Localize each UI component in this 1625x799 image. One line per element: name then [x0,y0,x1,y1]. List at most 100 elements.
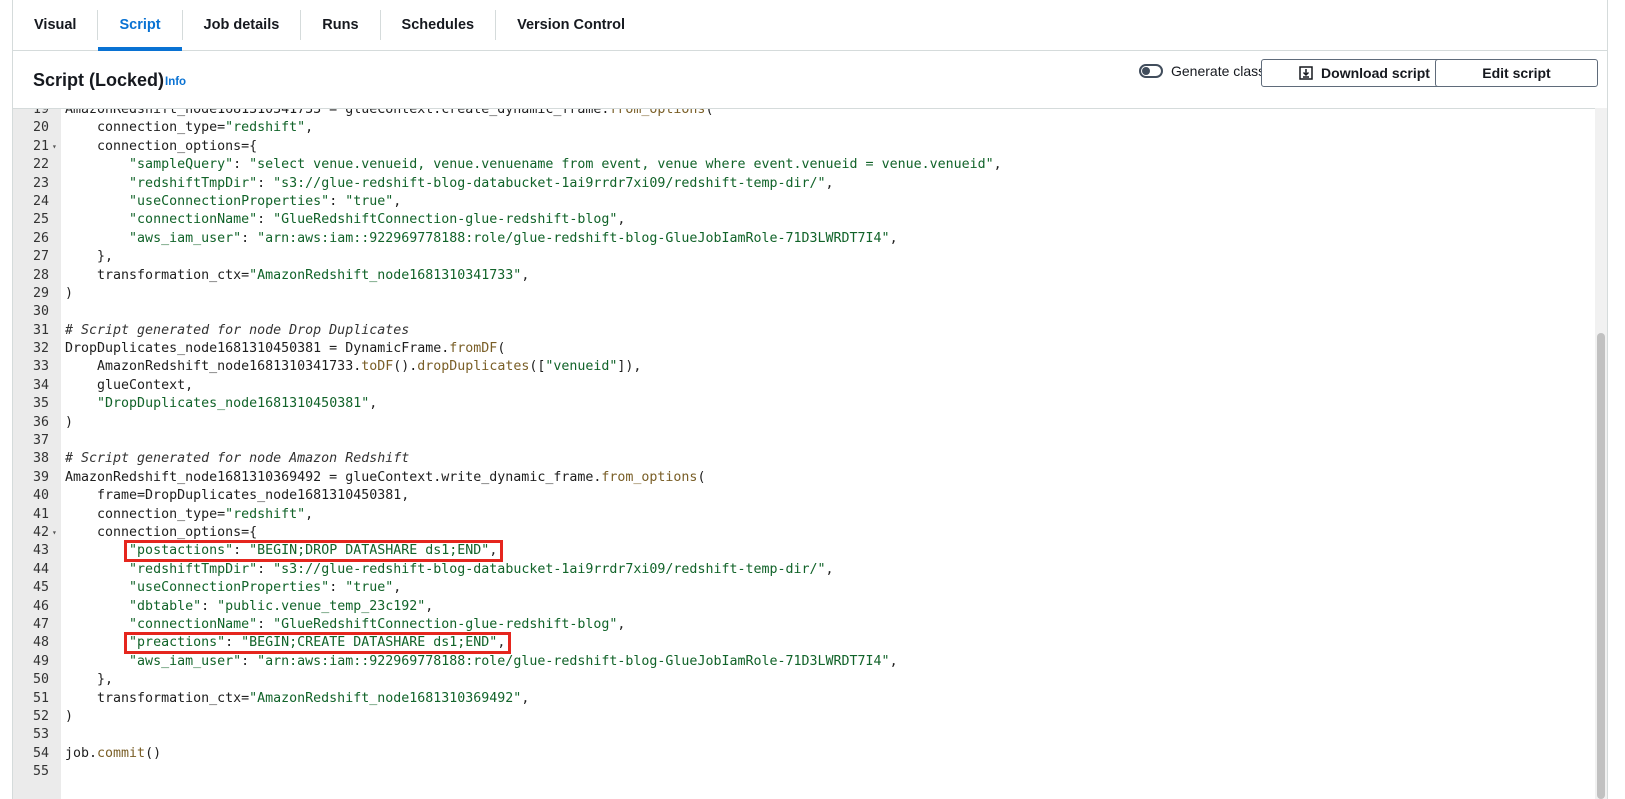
info-link[interactable]: Info [165,76,186,88]
code-line: 48 "preactions": "BEGIN;CREATE DATASHARE… [13,632,1595,655]
line-number: 21 [32,138,49,154]
code-text: job.commit() [65,745,162,761]
code-text: transformation_ctx="AmazonRedshift_node1… [65,267,530,283]
line-number: 22 [32,157,49,173]
code-text: connection_type="redshift", [65,506,314,522]
tab-visual[interactable]: Visual [13,0,97,50]
code-text: }, [65,249,114,265]
highlight-box [124,632,511,655]
code-text: "useConnectionProperties": "true", [129,580,402,596]
line-number: 25 [32,212,49,228]
line-number: 20 [32,120,49,136]
code-line: 52) [13,708,1595,726]
code-text: "connectionName": "GlueRedshiftConnectio… [129,212,626,228]
line-number: 27 [32,249,49,265]
code-line: 30 [13,303,1595,321]
fold-arrow-icon[interactable]: ▾ [52,138,57,156]
code-content[interactable]: 19 AmazonRedshift_node1681310341733 = glu… [13,108,1595,781]
code-line: 32 DropDuplicates_node1681310450381 = Dyn… [13,340,1595,358]
script-panel: Visual Script Job details Runs Schedules Vers… [12,0,1608,799]
page-title: Script (Locked) [33,70,165,90]
line-number: 26 [32,230,49,246]
download-script-label: Download script [1321,65,1430,81]
edit-script-label: Edit script [1482,65,1551,81]
code-text: AmazonRedshift_node1681310341733 = glueC… [65,108,714,117]
line-number: 49 [32,653,49,669]
code-line: 50 }, [13,671,1595,689]
line-number: 40 [32,488,49,504]
code-text: "useConnectionProperties": "true", [129,193,402,209]
code-text: # Script generated for node Drop Duplica… [65,322,410,338]
line-number: 37 [32,433,49,449]
line-number: 29 [32,285,49,301]
code-line: 19 AmazonRedshift_node1681310341733 = glu… [13,108,1595,119]
code-line: 45 "useConnectionProperties": "true", [13,579,1595,597]
fold-arrow-icon[interactable]: ▾ [52,524,57,542]
line-number: 19 [32,108,49,117]
scrollbar-thumb[interactable] [1597,333,1605,799]
code-text: connection_options={ [65,138,258,154]
line-number: 44 [32,561,49,577]
line-number: 47 [32,616,49,632]
code-line: 36) [13,414,1595,432]
code-text: ) [65,285,74,301]
download-icon [1299,66,1313,80]
code-line: 46 "dbtable": "public.venue_temp_23c192"… [13,598,1595,616]
code-text: }, [65,672,114,688]
tab-version-control[interactable]: Version Control [496,0,646,50]
code-line: 41 connection_type="redshift", [13,506,1595,524]
line-number: 41 [32,506,49,522]
line-number: 38 [32,451,49,467]
line-number: 36 [32,414,49,430]
code-line: 55 [13,763,1595,781]
line-number: 54 [32,745,49,761]
code-line: 44 "redshiftTmpDir": "s3://glue-redshift… [13,561,1595,579]
line-number: 31 [32,322,49,338]
editor-scrollbar[interactable] [1595,108,1607,799]
code-line: 43 "postactions": "BEGIN;DROP DATASHARE … [13,540,1595,563]
tab-schedules[interactable]: Schedules [381,0,496,50]
code-text: "sampleQuery": "select venue.venueid, ve… [129,157,1002,173]
code-text: "aws_iam_user": "arn:aws:iam::9229697781… [129,653,898,669]
code-text: "dbtable": "public.venue_temp_23c192", [129,598,434,614]
line-number: 52 [32,708,49,724]
code-line: 24 "useConnectionProperties": "true", [13,193,1595,211]
code-line: 33 AmazonRedshift_node1681310341733.toDF… [13,358,1595,376]
code-line: 38 # Script generated for node Amazon Red… [13,450,1595,468]
line-number: 50 [32,672,49,688]
code-text: DropDuplicates_node1681310450381 = Dynam… [65,341,506,357]
code-text: # Script generated for node Amazon Redsh… [65,451,410,467]
code-line: 37 [13,432,1595,450]
line-number: 45 [32,580,49,596]
code-text: "redshiftTmpDir": "s3://glue-redshift-bl… [129,175,834,191]
tab-runs[interactable]: Runs [301,0,379,50]
code-line: 35 "DropDuplicates_node1681310450381", [13,395,1595,413]
line-number: 35 [32,396,49,412]
code-line: 20 connection_type="redshift", [13,119,1595,137]
line-number: 30 [32,304,49,320]
edit-script-button[interactable]: Edit script [1435,59,1598,87]
code-editor[interactable]: 19 AmazonRedshift_node1681310341733 = glu… [13,108,1595,799]
code-line: 51 transformation_ctx="AmazonRedshift_no… [13,690,1595,708]
tab-job-details[interactable]: Job details [183,0,301,50]
code-text: ) [65,708,74,724]
line-number: 48 [32,635,49,651]
code-line: 26 "aws_iam_user": "arn:aws:iam::9229697… [13,230,1595,248]
code-line: 40 frame=DropDuplicates_node168131045038… [13,487,1595,505]
code-line: 54 job.commit() [13,745,1595,763]
line-number: 24 [32,193,49,209]
code-text: transformation_ctx="AmazonRedshift_node1… [65,690,530,706]
code-line: 49 "aws_iam_user": "arn:aws:iam::9229697… [13,653,1595,671]
code-line: 23 "redshiftTmpDir": "s3://glue-redshift… [13,175,1595,193]
code-line: 21 ▾ connection_options={ [13,138,1595,156]
line-number: 42 [32,524,49,540]
line-number: 32 [32,341,49,357]
line-number: 28 [32,267,49,283]
code-text: "aws_iam_user": "arn:aws:iam::9229697781… [129,230,898,246]
code-line: 34 glueContext, [13,377,1595,395]
code-text: frame=DropDuplicates_node1681310450381, [65,488,410,504]
tab-script[interactable]: Script [98,0,182,51]
line-number: 34 [32,377,49,393]
line-number: 39 [32,469,49,485]
toggle-switch-icon[interactable] [1139,64,1163,78]
